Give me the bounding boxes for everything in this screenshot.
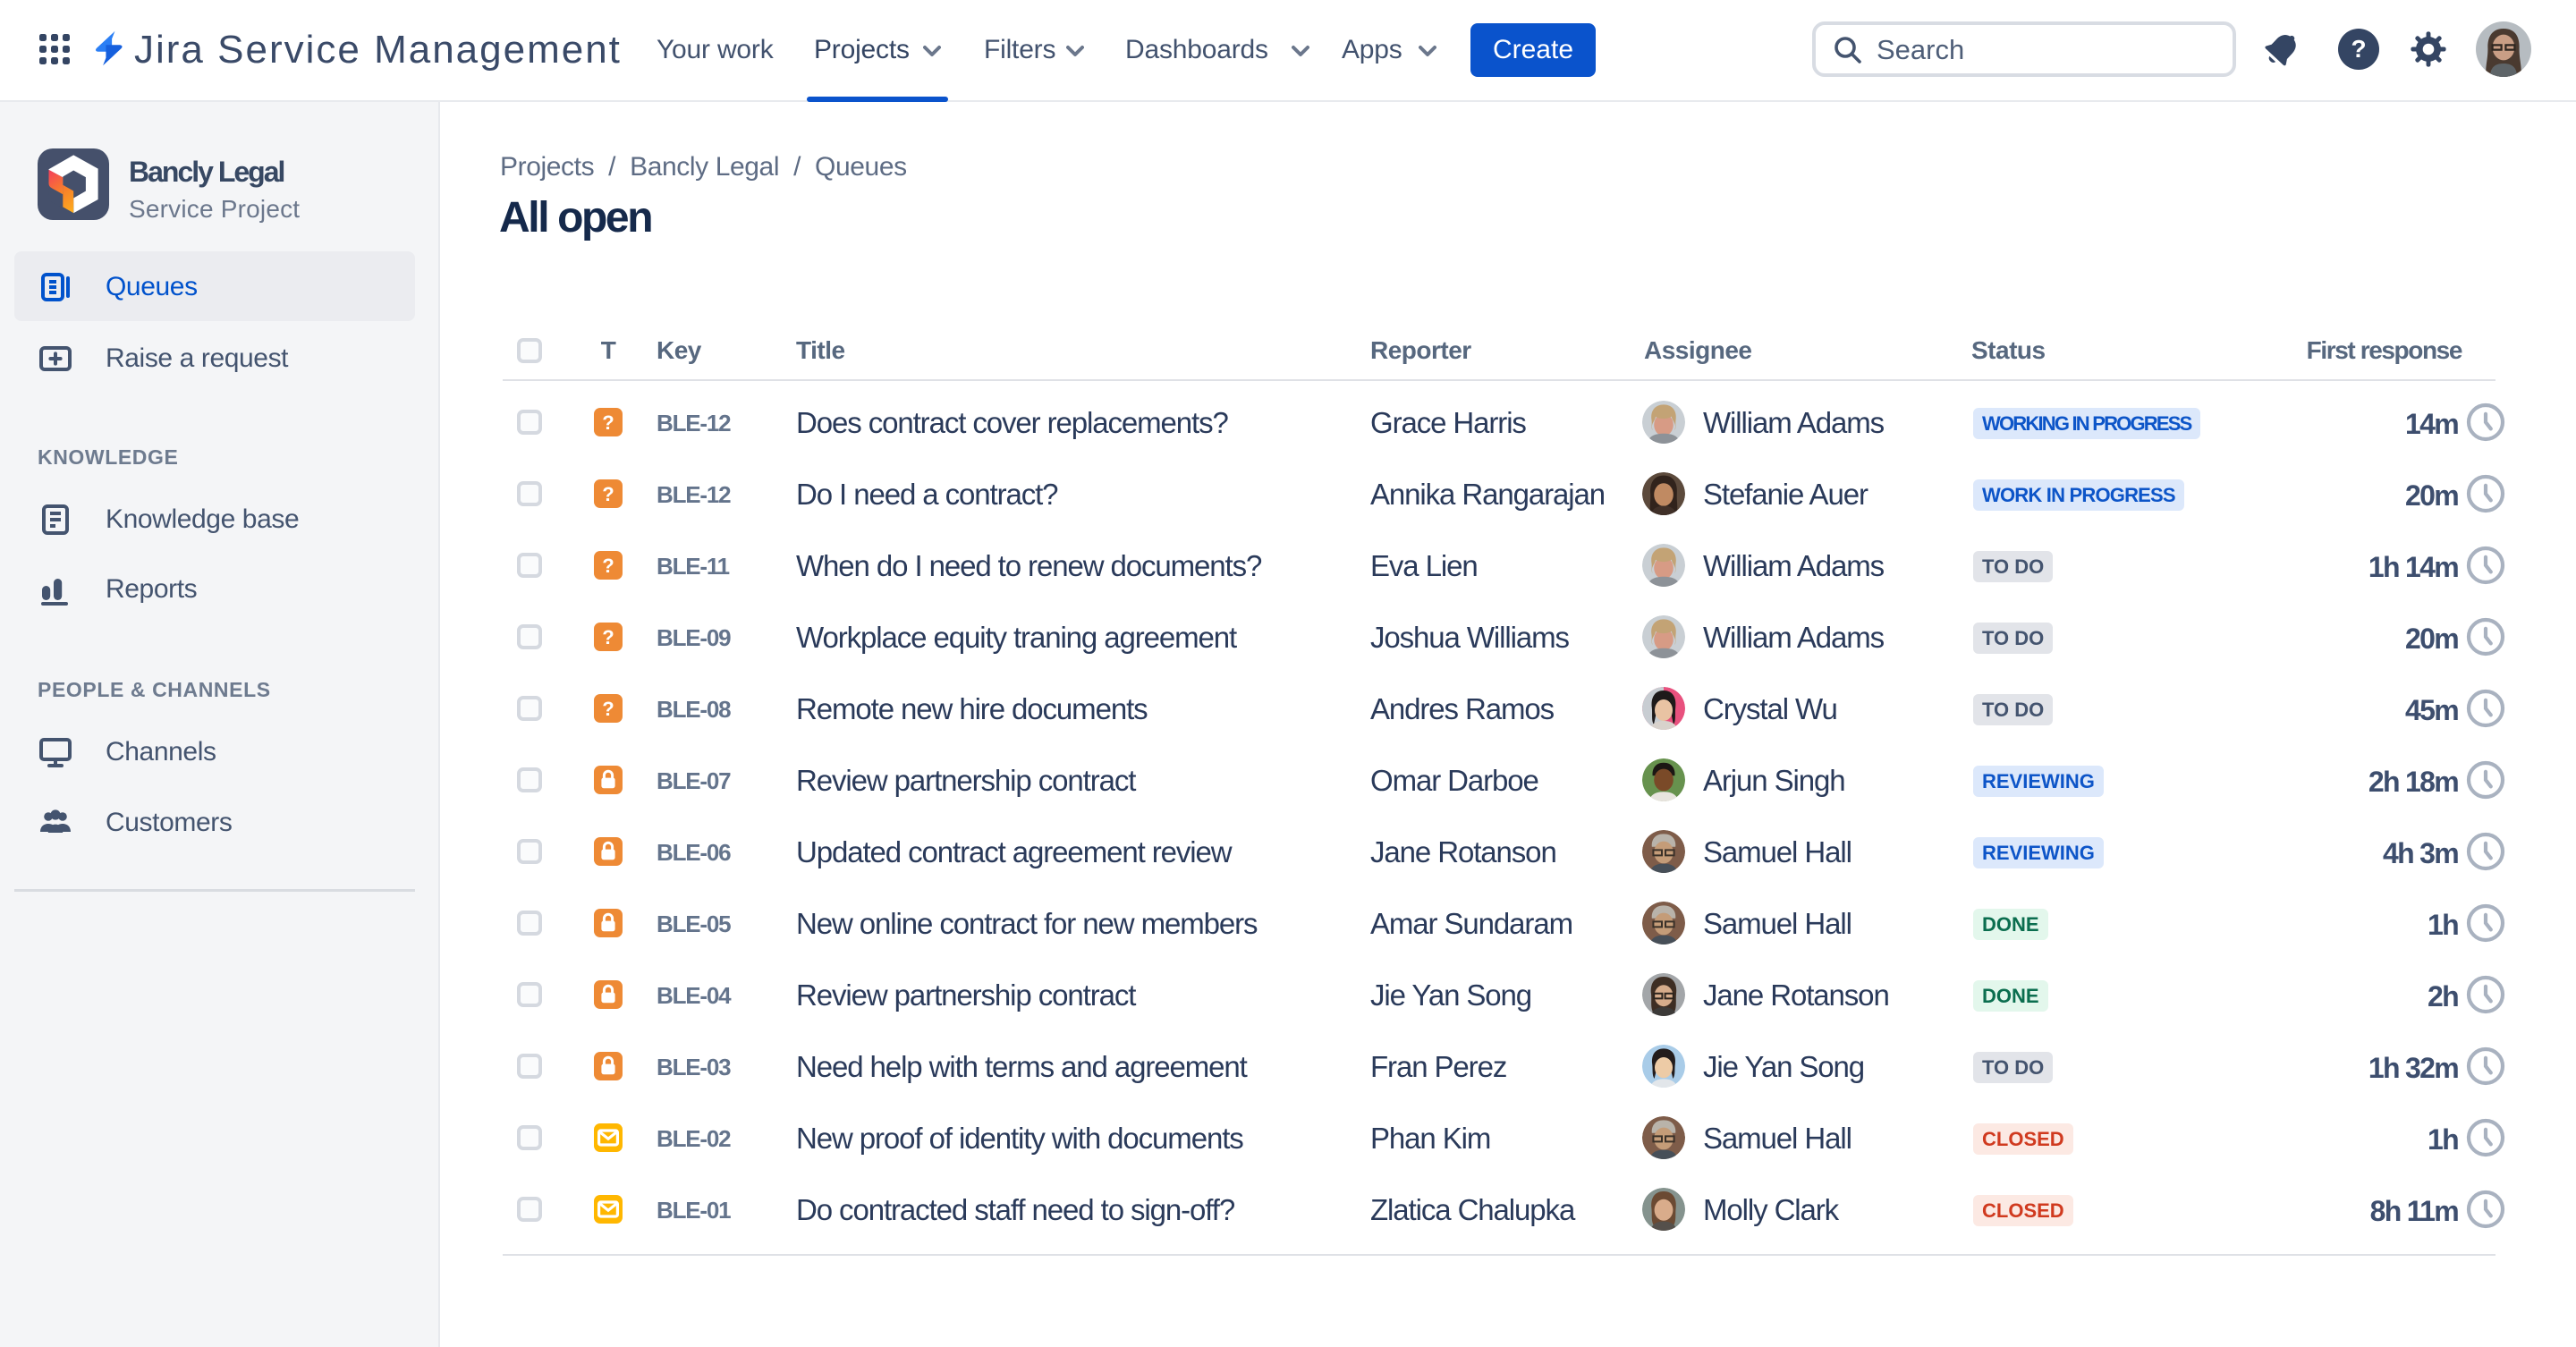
svg-text:?: ? [602, 555, 614, 577]
svg-text:?: ? [602, 698, 614, 720]
svg-text:?: ? [602, 483, 614, 505]
svg-text:?: ? [602, 411, 614, 434]
svg-text:?: ? [602, 626, 614, 648]
